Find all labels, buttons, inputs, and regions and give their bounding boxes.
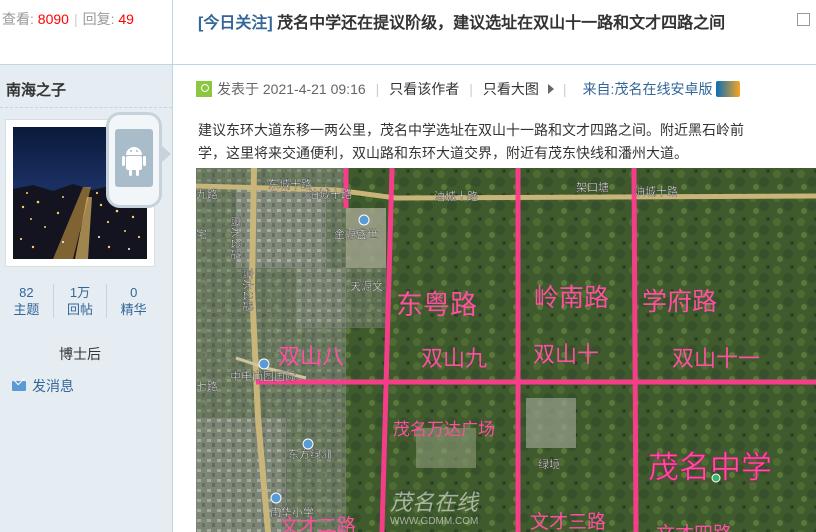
copy-link-icon[interactable] — [797, 13, 810, 26]
count-value: 1万 — [69, 285, 91, 300]
map-label: 天源文 — [350, 279, 383, 293]
replies-count: 49 — [118, 11, 134, 27]
android-client-icon — [106, 112, 162, 208]
views-count: 8090 — [37, 11, 69, 27]
count-posts[interactable]: 1万 回帖 — [52, 284, 107, 318]
map-label: 东城十路 — [268, 177, 312, 191]
map-label: 双山九 — [421, 346, 487, 371]
author-counts: 82 主题 1万 回帖 0 精华 — [0, 284, 160, 318]
post-date: 发表于 2021-4-21 09:16 — [217, 81, 366, 97]
map-label: 学府路 — [642, 288, 717, 316]
send-message-link[interactable]: 发消息 — [12, 376, 74, 396]
badge-pointer — [161, 145, 171, 163]
count-value: 0 — [130, 285, 138, 300]
map-label: 茂名中学 — [648, 450, 772, 485]
map-label: 九路 — [196, 188, 218, 201]
thread-title: [今日关注] 茂名中学还在提议阶级，建议选址在双山十一路和文才四路之间 — [198, 9, 725, 33]
send-message-label: 发消息 — [32, 378, 74, 394]
post-image-map[interactable]: 东粤路 岭南路 学府路 双山八 双山九 双山十 双山十一 茂名万达广场 茂名中学… — [196, 168, 816, 532]
app-logo-icon — [716, 81, 741, 97]
post-body-line: 建议东环大道东移一两公里，茂名中学选址在双山十一路和文才四路之间。附近黑石岭前 — [198, 122, 744, 138]
map-label: 油城十路 — [634, 184, 678, 198]
map-label: 南华小学 — [270, 505, 314, 519]
map-label: 双山十一 — [672, 346, 760, 371]
count-label: 主题 — [13, 302, 40, 317]
watermark: 茂名在线 — [390, 490, 480, 515]
post-body: 建议东环大道东移一两公里，茂名中学选址在双山十一路和文才四路之间。附近黑石岭前 … — [198, 119, 816, 165]
map-label: 高水公路 — [229, 216, 243, 260]
map-label: 七路 — [196, 380, 218, 393]
online-status-icon — [196, 81, 212, 97]
map-label: 金源盛世 — [334, 227, 378, 241]
count-label: 回帖 — [67, 302, 94, 317]
author-rank: 博士后 — [59, 346, 101, 362]
replies-label: 回复: — [82, 11, 115, 27]
map-label: 油城十路 — [434, 189, 478, 203]
caret-right-icon[interactable] — [547, 84, 554, 94]
post-meta: 发表于 2021-4-21 09:16 | 只看该作者 | 只看大图 | 来自:… — [196, 79, 741, 99]
divider — [173, 64, 816, 65]
map-label: 双山八 — [278, 344, 344, 369]
views-label: 查看: — [2, 11, 34, 27]
map-label: 宅 — [196, 227, 207, 241]
author-sidebar: 查看: 8090 | 回复: 49 南海之子 82 主题 1万 回帖 0 精华 … — [0, 0, 173, 532]
thread-stats: 查看: 8090 | 回复: 49 — [2, 11, 134, 27]
count-value: 82 — [19, 285, 34, 300]
map-label: 绿境 — [538, 457, 560, 471]
map-label: 双山十 — [533, 342, 599, 367]
android-icon — [115, 129, 153, 187]
map-label: 文才三路 — [530, 511, 606, 532]
source-link[interactable]: 来自:茂名在线安卓版 — [583, 79, 713, 99]
count-digest[interactable]: 0 精华 — [106, 284, 160, 318]
only-author-link[interactable]: 只看该作者 — [389, 79, 459, 99]
map-label: 架口塘 — [576, 180, 609, 194]
map-label: 茂名万达广场 — [393, 420, 495, 439]
count-label: 精华 — [120, 302, 147, 317]
satellite-map: 东粤路 岭南路 学府路 双山八 双山九 双山十 双山十一 茂名万达广场 茂名中学… — [196, 168, 816, 532]
big-image-link[interactable]: 只看大图 — [483, 79, 539, 99]
map-label: 东粤路 — [396, 290, 477, 320]
thread-stats-bar: 查看: 8090 | 回复: 49 — [0, 0, 172, 65]
thread-title-text: 茂名中学还在提议阶级，建议选址在双山十一路和文才四路之间 — [277, 15, 726, 32]
map-label: 高水公路 — [241, 268, 255, 312]
author-name[interactable]: 南海之子 — [6, 79, 66, 100]
count-topics[interactable]: 82 主题 — [0, 284, 53, 318]
map-label: 岭南路 — [534, 284, 609, 312]
divider — [0, 107, 172, 108]
watermark-url: WWW.GDMM.COM — [390, 516, 478, 527]
post-body-line: 学，这里将来交通便利，双山路和东环大道交界，附近有茂东快线和潘州大道。 — [198, 145, 688, 161]
map-label: 中电尚图国际 — [230, 369, 296, 383]
map-label: 文才四路 — [656, 523, 732, 532]
thread-tag[interactable]: [今日关注] — [198, 15, 273, 32]
map-label: 油城十路 — [308, 187, 352, 201]
mail-icon — [12, 381, 26, 391]
